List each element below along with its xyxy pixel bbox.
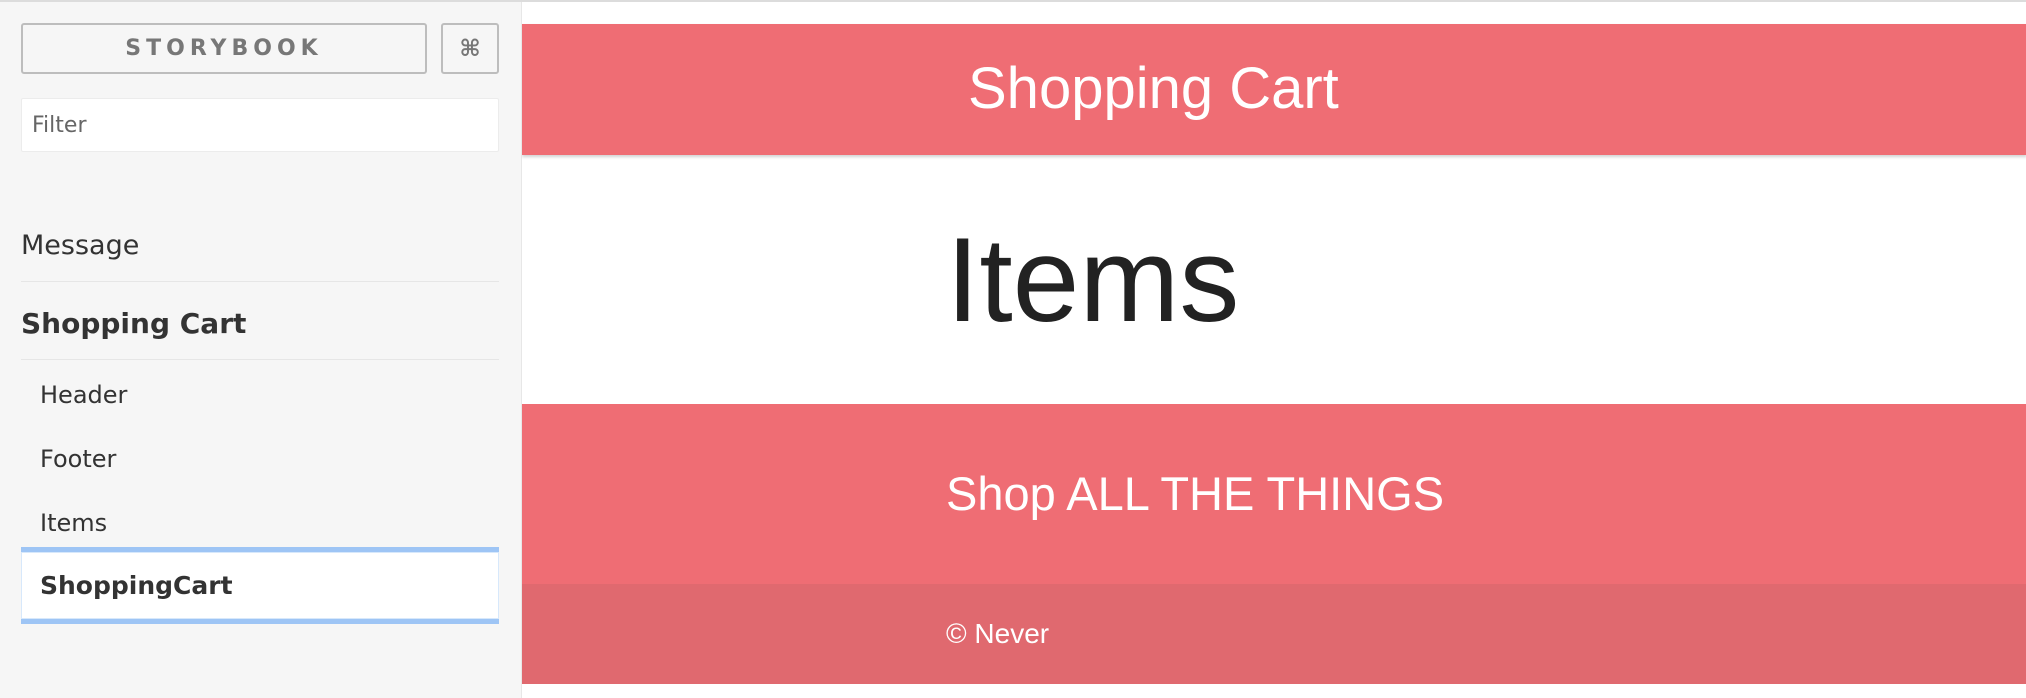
storybook-sidebar: STORYBOOK ⌘ Message Shopping Cart Header… xyxy=(0,2,520,698)
filter-input[interactable] xyxy=(21,98,499,152)
story-item-shoppingcart-label: ShoppingCart xyxy=(40,571,233,600)
story-item-shoppingcart-selected[interactable]: ShoppingCart xyxy=(21,547,499,624)
story-item-header[interactable]: Header xyxy=(40,379,127,411)
storybook-app: STORYBOOK ⌘ Message Shopping Cart Header… xyxy=(0,0,2026,698)
shopping-cart-header: Shopping Cart xyxy=(522,24,2026,155)
shopping-cart-header-title: Shopping Cart xyxy=(968,56,1339,121)
copyright-text: © Never xyxy=(946,618,1050,649)
copyright-footer: © Never xyxy=(522,584,2026,684)
items-title: Items xyxy=(946,213,1240,347)
storybook-brand-button[interactable]: STORYBOOK xyxy=(21,23,427,74)
keyboard-shortcuts-button[interactable]: ⌘ xyxy=(441,23,499,74)
story-item-items[interactable]: Items xyxy=(40,507,107,539)
story-group-shopping-cart[interactable]: Shopping Cart xyxy=(21,302,499,360)
story-item-footer[interactable]: Footer xyxy=(40,443,116,475)
story-group-message[interactable]: Message xyxy=(21,224,499,282)
shopping-cart-footer: Shop ALL THE THINGS xyxy=(522,404,2026,584)
command-icon: ⌘ xyxy=(459,35,481,62)
story-preview-canvas: Shopping Cart Items Shop ALL THE THINGS … xyxy=(521,2,2026,698)
footer-tagline: Shop ALL THE THINGS xyxy=(946,467,1445,520)
